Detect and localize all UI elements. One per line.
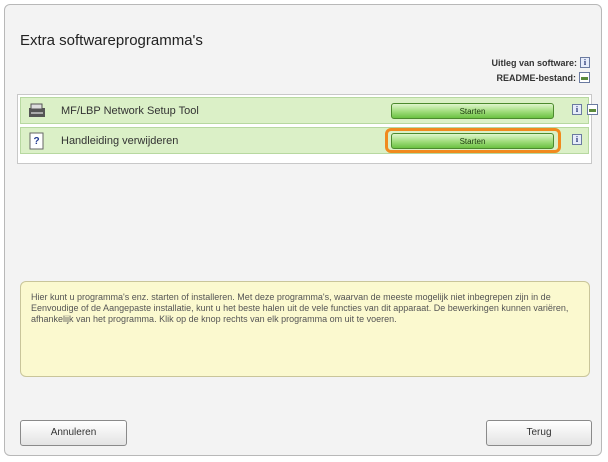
network-tool-icon [29,103,45,117]
program-name: MF/LBP Network Setup Tool [61,105,199,117]
back-button[interactable]: Terug [486,420,592,446]
description-text: Hier kunt u programma's enz. starten of … [31,292,569,324]
description-box: Hier kunt u programma's enz. starten of … [20,281,590,377]
readme-legend-label: README-bestand: [496,72,576,83]
start-button[interactable]: Starten [391,103,554,119]
start-button[interactable]: Starten [391,133,554,149]
uninstall-manual-icon: ? [29,132,44,150]
list-item-network-tool: MF/LBP Network Setup Tool Starten i [20,97,598,124]
program-name: Handleiding verwijderen [61,135,179,147]
svg-text:?: ? [33,136,39,147]
readme-icon[interactable] [587,104,598,115]
software-legend-label: Uitleg van software: [491,57,577,68]
readme-icon [579,72,590,83]
info-icon: i [580,57,590,68]
cancel-button[interactable]: Annuleren [20,420,127,446]
list-item-uninstall-manual: ? Handleiding verwijderen Starten i [20,127,589,154]
readme-legend: README-bestand: [496,72,590,83]
software-legend: Uitleg van software: i [491,57,590,68]
info-icon[interactable]: i [572,104,582,115]
info-icon[interactable]: i [572,134,582,145]
program-list: MF/LBP Network Setup Tool Starten i ? Ha… [17,94,598,164]
page-title: Extra softwareprogramma's [20,32,203,49]
